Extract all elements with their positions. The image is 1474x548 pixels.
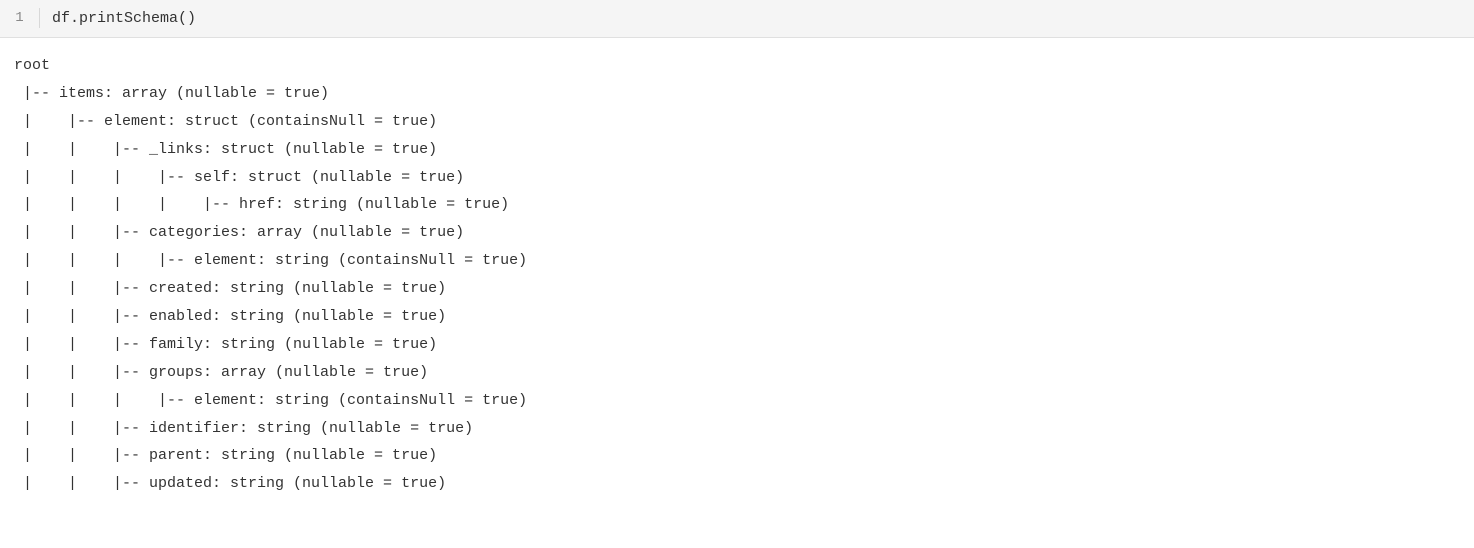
output-line: | | |-- categories: array (nullable = tr…	[14, 224, 464, 241]
output-area: root |-- items: array (nullable = true) …	[0, 38, 1474, 512]
output-line: | | |-- identifier: string (nullable = t…	[14, 420, 473, 437]
output-line: | | |-- family: string (nullable = true)	[14, 336, 437, 353]
code-content[interactable]: df.printSchema()	[40, 8, 208, 29]
output-line: | | | |-- self: struct (nullable = true)	[14, 169, 464, 186]
output-line: | | |-- enabled: string (nullable = true…	[14, 308, 446, 325]
output-line: |-- items: array (nullable = true)	[14, 85, 329, 102]
output-line: | | |-- created: string (nullable = true…	[14, 280, 446, 297]
output-line: | | |-- groups: array (nullable = true)	[14, 364, 428, 381]
output-line: | | | |-- element: string (containsNull …	[14, 252, 527, 269]
code-cell: 1 df.printSchema()	[0, 0, 1474, 38]
output-line: | | |-- parent: string (nullable = true)	[14, 447, 437, 464]
output-line: | | |-- updated: string (nullable = true…	[14, 475, 446, 492]
output-line: | | |-- _links: struct (nullable = true)	[14, 141, 437, 158]
line-number: 1	[0, 8, 40, 28]
output-line: | | | |-- element: string (containsNull …	[14, 392, 527, 409]
output-line: | | | | |-- href: string (nullable = tru…	[14, 196, 509, 213]
output-root: root	[14, 57, 50, 74]
output-line: | |-- element: struct (containsNull = tr…	[14, 113, 437, 130]
